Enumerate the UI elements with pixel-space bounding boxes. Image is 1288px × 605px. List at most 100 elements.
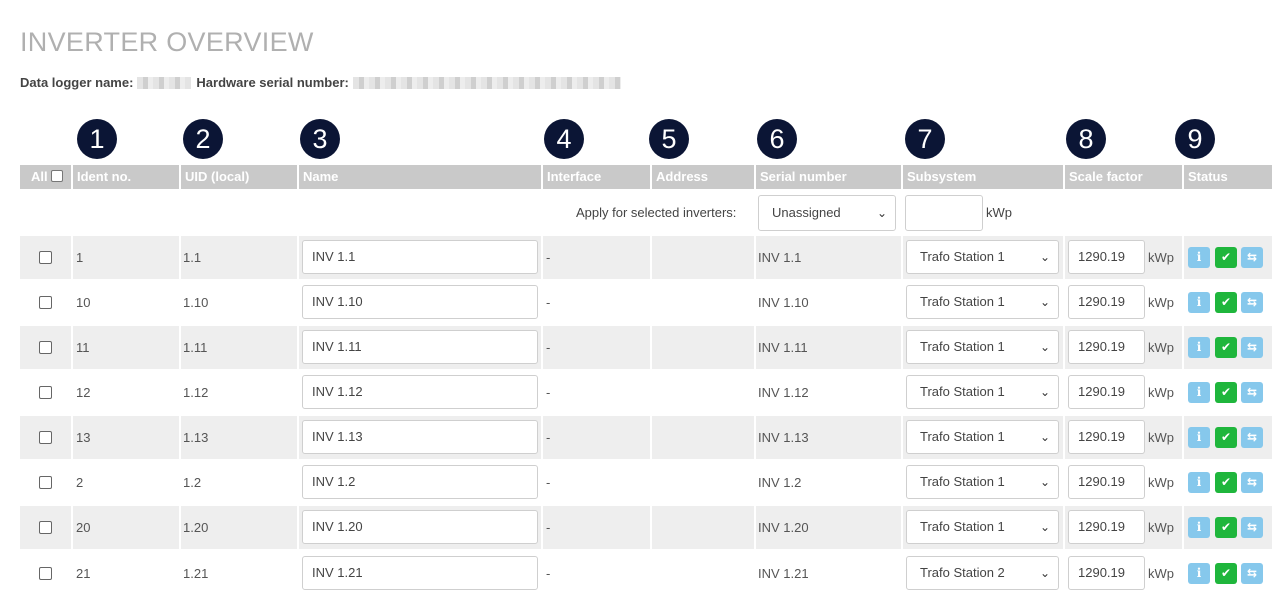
chevron-down-icon: ⌄ [1039,430,1050,444]
uid-local: 1.2 [183,475,202,490]
chevron-down-icon: ⌄ [876,206,887,220]
column-divider [650,461,652,504]
column-divider [71,506,73,549]
ident-number: 12 [76,385,91,400]
column-divider [754,506,756,549]
check-icon[interactable]: ✔ [1215,292,1237,313]
chevron-down-icon: ⌄ [1039,250,1050,264]
swap-icon[interactable]: ⇆ [1241,427,1263,448]
inverter-name-input[interactable]: INV 1.11 [302,330,538,364]
swap-icon[interactable]: ⇆ [1241,292,1263,313]
swap-icon[interactable]: ⇆ [1241,472,1263,493]
select-all-checkbox[interactable] [50,170,63,182]
table-row: 1 1.1 INV 1.1- INV 1.1 Trafo Station 1 ⌄ 1290.… [20,236,1272,279]
info-icon[interactable]: i [1188,517,1210,538]
info-icon[interactable]: i [1188,382,1210,403]
swap-icon[interactable]: ⇆ [1241,382,1263,403]
scale-factor-input[interactable]: 1290.19 [1068,420,1145,454]
column-divider [901,236,903,279]
check-icon[interactable]: ✔ [1215,472,1237,493]
info-icon[interactable]: i [1188,427,1210,448]
header-interface[interactable]: Interface [541,165,650,189]
column-divider [179,281,181,324]
header-ident[interactable]: Ident no. [71,165,179,189]
bulk-subsystem-select[interactable]: Unassigned ⌄ [758,195,896,231]
row-select-checkbox[interactable] [39,341,52,354]
inverter-name-input[interactable]: INV 1.21 [302,556,538,590]
table-row: 12 1.12 INV 1.12- INV 1.12 Trafo Station 1 ⌄ 1… [20,371,1272,414]
subsystem-select[interactable]: Trafo Station 1 ⌄ [906,240,1059,274]
column-divider [650,236,652,279]
subsystem-select[interactable]: Trafo Station 1 ⌄ [906,420,1059,454]
interface-value: - [546,295,551,310]
bulk-scale-input[interactable] [905,195,983,231]
info-icon[interactable]: i [1188,563,1210,584]
subsystem-select[interactable]: Trafo Station 1 ⌄ [906,375,1059,409]
serial-number-value: INV 1.13 [758,430,809,445]
scale-factor-input[interactable]: 1290.19 [1068,330,1145,364]
header-all-label: All [31,169,48,184]
row-select-checkbox[interactable] [39,476,52,489]
scale-factor-input[interactable]: 1290.19 [1068,510,1145,544]
ident-number: 11 [76,340,90,355]
column-divider [650,371,652,414]
inverter-name-input[interactable]: INV 1.1 [302,240,538,274]
subsystem-select[interactable]: Trafo Station 2 ⌄ [906,556,1059,590]
scale-factor-input[interactable]: 1290.19 [1068,556,1145,590]
scale-factor-input[interactable]: 1290.19 [1068,375,1145,409]
subsystem-select[interactable]: Trafo Station 1 ⌄ [906,330,1059,364]
info-icon[interactable]: i [1188,337,1210,358]
row-select-checkbox[interactable] [39,521,52,534]
column-divider [541,416,543,459]
row-select-checkbox[interactable] [39,251,52,264]
subsystem-select[interactable]: Trafo Station 1 ⌄ [906,510,1059,544]
row-select-checkbox[interactable] [39,431,52,444]
check-icon[interactable]: ✔ [1215,427,1237,448]
inverter-name-input[interactable]: INV 1.12 [302,375,538,409]
header-all: All [26,165,63,189]
scale-factor-input[interactable]: 1290.19 [1068,285,1145,319]
column-divider [71,552,73,595]
info-icon[interactable]: i [1188,247,1210,268]
page-title: INVERTER OVERVIEW [20,27,314,57]
subsystem-select[interactable]: Trafo Station 1 ⌄ [906,465,1059,499]
header-subsystem[interactable]: Subsystem [901,165,1063,189]
swap-icon[interactable]: ⇆ [1241,247,1263,268]
chevron-down-icon: ⌄ [1039,520,1050,534]
info-icon[interactable]: i [1188,472,1210,493]
subsystem-value: Trafo Station 1 [920,519,1005,534]
scale-factor-input[interactable]: 1290.19 [1068,240,1145,274]
subsystem-select[interactable]: Trafo Station 1 ⌄ [906,285,1059,319]
header-address[interactable]: Address [650,165,754,189]
marker-7: 7 [905,119,945,159]
inverter-name-input[interactable]: INV 1.20 [302,510,538,544]
column-divider [650,281,652,324]
column-divider [71,461,73,504]
check-icon[interactable]: ✔ [1215,517,1237,538]
header-scale-factor[interactable]: Scale factor [1063,165,1182,189]
row-select-checkbox[interactable] [39,567,52,580]
header-status[interactable]: Status [1182,165,1272,189]
header-name[interactable]: Name [297,165,541,189]
swap-icon[interactable]: ⇆ [1241,517,1263,538]
row-select-checkbox[interactable] [39,386,52,399]
swap-icon[interactable]: ⇆ [1241,337,1263,358]
header-serial-number[interactable]: Serial number [754,165,901,189]
column-divider [1182,416,1184,459]
marker-6: 6 [757,119,797,159]
inverter-name-input[interactable]: INV 1.10 [302,285,538,319]
info-icon[interactable]: i [1188,292,1210,313]
inverter-name-input[interactable]: INV 1.2 [302,465,538,499]
table-row: 13 1.13 INV 1.13- INV 1.13 Trafo Station 1 ⌄ 1… [20,416,1272,459]
table-row: 2 1.2 INV 1.2- INV 1.2 Trafo Station 1 ⌄ 1290.… [20,461,1272,504]
inverter-name-input[interactable]: INV 1.13 [302,420,538,454]
row-select-checkbox[interactable] [39,296,52,309]
check-icon[interactable]: ✔ [1215,563,1237,584]
subsystem-value: Trafo Station 1 [920,474,1005,489]
check-icon[interactable]: ✔ [1215,382,1237,403]
swap-icon[interactable]: ⇆ [1241,563,1263,584]
check-icon[interactable]: ✔ [1215,337,1237,358]
scale-factor-input[interactable]: 1290.19 [1068,465,1145,499]
check-icon[interactable]: ✔ [1215,247,1237,268]
header-uid[interactable]: UID (local) [179,165,297,189]
